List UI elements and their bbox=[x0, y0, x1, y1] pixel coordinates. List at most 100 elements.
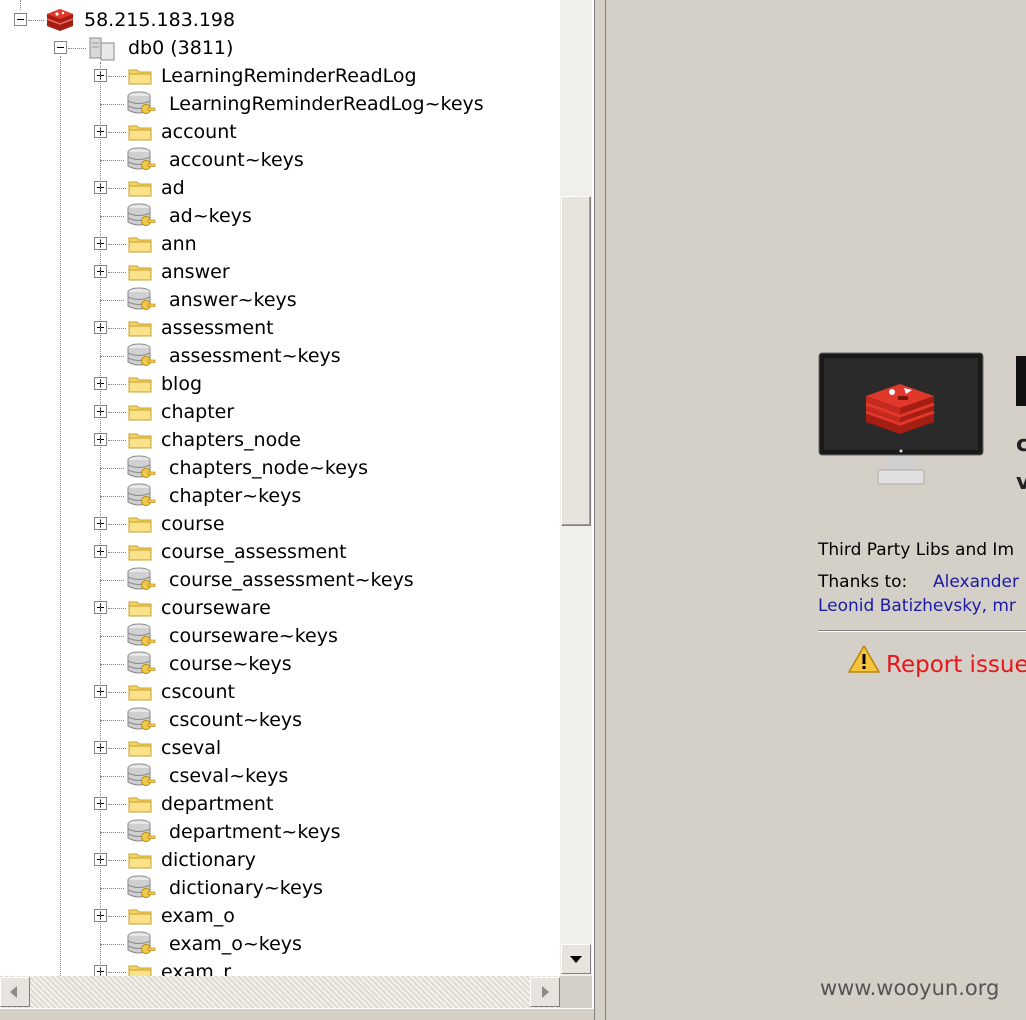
tree-node-label: ann bbox=[161, 233, 197, 255]
tree-node-label: cseval bbox=[161, 737, 222, 759]
redis-server-icon bbox=[46, 9, 74, 31]
tree-line bbox=[100, 580, 124, 581]
tree-node-label: exam_o bbox=[161, 905, 235, 927]
tree-node-label: exam_o~keys bbox=[169, 933, 302, 955]
keys-icon bbox=[126, 763, 156, 789]
tree-line bbox=[108, 412, 126, 413]
tree-folder-node[interactable]: account bbox=[0, 118, 560, 146]
collapse-toggle[interactable] bbox=[54, 41, 67, 54]
keys-icon bbox=[126, 343, 156, 369]
tree-node-label: chapter bbox=[161, 401, 235, 423]
tree-line bbox=[108, 272, 126, 273]
tree-node-label: chapter~keys bbox=[169, 485, 302, 507]
tree-folder-node[interactable]: cscount bbox=[0, 678, 560, 706]
tree-line bbox=[100, 832, 124, 833]
tree-line bbox=[100, 776, 124, 777]
tree-node-label: chapters_node bbox=[161, 429, 301, 451]
tree-folder-node[interactable]: assessment bbox=[0, 314, 560, 342]
key-tree: 58.215.183.198 db0 (3811) LearningRemind… bbox=[0, 0, 560, 976]
tree-node-label: dictionary~keys bbox=[169, 877, 323, 899]
keys-icon bbox=[126, 203, 156, 229]
tree-keys-node[interactable]: cseval~keys bbox=[0, 762, 560, 790]
divider bbox=[818, 630, 1026, 632]
collapse-toggle[interactable] bbox=[14, 13, 27, 26]
tree-line bbox=[100, 356, 124, 357]
tree-node-label: courseware bbox=[161, 597, 271, 619]
folder-icon bbox=[128, 683, 152, 701]
tree-keys-node[interactable]: answer~keys bbox=[0, 286, 560, 314]
folder-icon bbox=[128, 907, 152, 925]
tree-folder-node[interactable]: chapter bbox=[0, 398, 560, 426]
tree-line bbox=[100, 944, 124, 945]
warning-icon bbox=[848, 645, 880, 673]
tree-folder-node[interactable]: answer bbox=[0, 258, 560, 286]
tree-line bbox=[108, 552, 126, 553]
tree-keys-node[interactable]: chapter~keys bbox=[0, 482, 560, 510]
tree-keys-node[interactable]: account~keys bbox=[0, 146, 560, 174]
tree-keys-node[interactable]: course_assessment~keys bbox=[0, 566, 560, 594]
tree-keys-node[interactable]: ad~keys bbox=[0, 202, 560, 230]
folder-icon bbox=[128, 375, 152, 393]
tree-node-label: answer bbox=[161, 261, 230, 283]
tree-node-label: ad bbox=[161, 177, 185, 199]
folder-icon bbox=[128, 431, 152, 449]
folder-icon bbox=[128, 795, 152, 813]
vertical-scrollbar[interactable] bbox=[560, 0, 592, 976]
tree-folder-node[interactable]: dictionary bbox=[0, 846, 560, 874]
tree-line bbox=[108, 804, 126, 805]
tree-keys-node[interactable]: cscount~keys bbox=[0, 706, 560, 734]
tree-keys-node[interactable]: chapters_node~keys bbox=[0, 454, 560, 482]
folder-icon bbox=[128, 67, 152, 85]
tree-keys-node[interactable]: dictionary~keys bbox=[0, 874, 560, 902]
keys-icon bbox=[126, 623, 156, 649]
tree-keys-node[interactable]: courseware~keys bbox=[0, 622, 560, 650]
third-party-text: Third Party Libs and Im bbox=[818, 540, 1014, 560]
tree-node-label: LearningReminderReadLog bbox=[161, 65, 417, 87]
tree-node-label: course~keys bbox=[169, 653, 292, 675]
scroll-down-button[interactable] bbox=[561, 944, 591, 974]
tree-keys-node[interactable]: department~keys bbox=[0, 818, 560, 846]
tree-folder-node[interactable]: chapters_node bbox=[0, 426, 560, 454]
keys-icon bbox=[126, 931, 156, 957]
horizontal-scrollbar[interactable] bbox=[0, 976, 560, 1008]
scroll-right-button[interactable] bbox=[530, 977, 560, 1007]
tree-folder-node[interactable]: LearningReminderReadLog bbox=[0, 62, 560, 90]
tree-keys-node[interactable]: assessment~keys bbox=[0, 342, 560, 370]
keys-icon bbox=[126, 483, 156, 509]
tree-keys-node[interactable]: LearningReminderReadLog~keys bbox=[0, 90, 560, 118]
tree-folder-node[interactable]: cseval bbox=[0, 734, 560, 762]
tree-folder-node[interactable]: department bbox=[0, 790, 560, 818]
subtitle-glyph: v bbox=[1016, 470, 1026, 495]
tree-line bbox=[100, 496, 124, 497]
tree-node-label: answer~keys bbox=[169, 289, 297, 311]
tree-folder-node[interactable]: blog bbox=[0, 370, 560, 398]
panel-splitter[interactable] bbox=[594, 0, 606, 1020]
keys-icon bbox=[126, 567, 156, 593]
report-issue-link[interactable]: Report issue bbox=[886, 652, 1026, 678]
tree-line bbox=[108, 692, 126, 693]
database-label: db0 (3811) bbox=[128, 37, 234, 59]
tree-folder-node[interactable]: exam_r bbox=[0, 958, 560, 976]
scrollbar-corner bbox=[560, 976, 592, 1008]
thanks-link[interactable]: Alexander bbox=[933, 572, 1019, 592]
tree-node-label: cscount bbox=[161, 681, 235, 703]
tree-folder-node[interactable]: ad bbox=[0, 174, 560, 202]
folder-icon bbox=[128, 123, 152, 141]
scroll-left-button[interactable] bbox=[0, 977, 30, 1007]
tree-folder-node[interactable]: ann bbox=[0, 230, 560, 258]
tree-folder-node[interactable]: exam_o bbox=[0, 902, 560, 930]
folder-icon bbox=[128, 263, 152, 281]
folder-icon bbox=[128, 599, 152, 617]
tree-line bbox=[28, 20, 44, 21]
tree-folder-node[interactable]: course_assessment bbox=[0, 538, 560, 566]
tree-node-label: cseval~keys bbox=[169, 765, 289, 787]
thanks-link[interactable]: Leonid Batizhevsky, mr bbox=[818, 596, 1016, 616]
tree-keys-node[interactable]: course~keys bbox=[0, 650, 560, 678]
tree-line bbox=[100, 160, 124, 161]
scrollbar-thumb[interactable] bbox=[561, 196, 591, 526]
tree-folder-node[interactable]: course bbox=[0, 510, 560, 538]
tree-line bbox=[108, 328, 126, 329]
database-icon bbox=[89, 37, 115, 61]
tree-keys-node[interactable]: exam_o~keys bbox=[0, 930, 560, 958]
tree-folder-node[interactable]: courseware bbox=[0, 594, 560, 622]
